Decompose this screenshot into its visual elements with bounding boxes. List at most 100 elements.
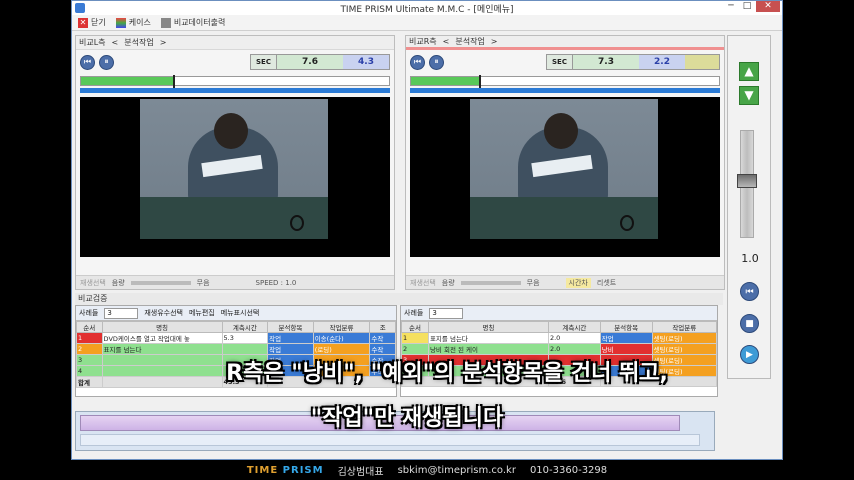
prev-tab-button[interactable]: <	[112, 38, 119, 47]
row-extra: 수작	[369, 332, 396, 344]
row-order: 1	[401, 332, 429, 344]
row-name: 낭비 회전 된 케이	[427, 343, 549, 355]
row-item: 낭비	[599, 343, 653, 355]
menu-case[interactable]: 케이스	[115, 17, 151, 28]
right-time-c	[685, 55, 719, 69]
pause-icon[interactable]: ⏸	[99, 54, 114, 70]
r-col-item[interactable]: 분석항목	[599, 321, 653, 333]
table-row[interactable]: 1 DVD케이스를 열고 작업대에 놓 5.3 작업 이송(순다) 수작	[76, 332, 396, 344]
reset-button[interactable]: 리셋트	[597, 278, 616, 288]
timediff-button[interactable]: 시간차	[565, 277, 591, 288]
col-extra[interactable]: 조	[369, 321, 396, 333]
left-compare-panel: 비교L측 < 분석작업 > ⏮ ⏸ SEC 7.6 4.3 재생선택 음량 무음…	[75, 35, 395, 290]
maximize-icon[interactable]: □	[740, 1, 754, 12]
menu-bar: ✕ 닫기 케이스 비교데이터출력	[72, 15, 782, 31]
right-control-row: ⏮ ⏸ SEC 7.3 2.2	[406, 50, 724, 74]
left-video-frame	[140, 99, 328, 239]
playback-select-button[interactable]: 재생유수선택	[144, 308, 183, 318]
right-progress-knob[interactable]	[478, 75, 481, 88]
right-volume-slider[interactable]	[460, 280, 521, 285]
right-time-counter: SEC 7.3 2.2	[546, 54, 720, 70]
row-name: 표지를 넘는다	[101, 343, 223, 355]
table-row[interactable]: 1 표지를 넘는다 2.0 작업 셋팅(로딩)	[401, 332, 718, 344]
right-progress-bar[interactable]	[410, 75, 720, 88]
left-volume-slider[interactable]	[130, 280, 191, 285]
row-time: 2.0	[547, 343, 601, 355]
table-row[interactable]: 2 표지를 넘는다 작업 (로딩) 수작	[76, 343, 396, 355]
r-col-order[interactable]: 순서	[401, 321, 429, 333]
left-time-b: 4.3	[343, 55, 389, 69]
footer-email: sbkim@timeprism.co.kr	[397, 464, 516, 476]
menu-edit-button[interactable]: 메뉴편집	[189, 308, 215, 318]
r-col-class[interactable]: 작업분류	[651, 321, 718, 333]
left-progress-knob[interactable]	[173, 75, 176, 88]
right-prev-tab-button[interactable]: <	[443, 37, 450, 46]
left-tab-label[interactable]: 분석작업	[124, 37, 153, 48]
close-window-button[interactable]: ✕	[756, 1, 780, 12]
right-progress-fill	[411, 77, 479, 85]
side-rewind-icon[interactable]: ⏮	[740, 282, 759, 301]
brand-part-a: TIME	[246, 464, 283, 476]
left-video-view[interactable]	[80, 97, 390, 257]
menu-print[interactable]: 비교데이터출력	[160, 17, 225, 28]
window-controls: ─ □ ✕	[724, 1, 780, 12]
menu-display-button[interactable]: 메뉴표시선택	[221, 308, 260, 318]
right-video-view[interactable]	[410, 97, 720, 257]
side-stop-icon[interactable]: ■	[740, 314, 759, 333]
r-col-time[interactable]: 계측시간	[547, 321, 601, 333]
speed-slider-thumb[interactable]	[737, 174, 757, 188]
left-side-label: 비교L측	[79, 38, 106, 47]
speed-value: 1.0	[741, 252, 759, 265]
col-order[interactable]: 순서	[76, 321, 103, 333]
right-grid-toolbar: 사례들 3	[401, 306, 717, 321]
footer-person: 김상범대표	[337, 466, 384, 478]
app-window: TIME PRISM Ultimate M.M.C - [메인메뉴] ─ □ ✕…	[71, 0, 783, 460]
row-time: 2.0	[547, 332, 601, 344]
menu-close[interactable]: ✕ 닫기	[78, 17, 106, 28]
right-cases-select[interactable]: 3	[429, 307, 464, 319]
left-grid-toolbar: 사례들 3 재생유수선택 메뉴편집 메뉴표시선택	[76, 306, 396, 321]
footer-phone: 010-3360-3298	[529, 464, 608, 476]
left-mute[interactable]: 무음	[197, 278, 210, 288]
right-skip-back-icon[interactable]: ⏮	[410, 54, 425, 70]
col-time[interactable]: 계측시간	[221, 321, 269, 333]
col-item[interactable]: 분석항목	[267, 321, 314, 333]
menu-case-label: 케이스	[128, 18, 151, 27]
col-name[interactable]: 명칭	[101, 321, 223, 333]
right-status-line: 재생선택 음량 무음 시간차 리셋트	[406, 275, 724, 289]
left-playsel[interactable]: 재생선택	[80, 278, 106, 288]
right-pause-icon[interactable]: ⏸	[429, 54, 444, 70]
row-class: 셋팅(로딩)	[651, 343, 718, 355]
minimize-icon[interactable]: ─	[724, 1, 738, 12]
window-title: TIME PRISM Ultimate M.M.C - [메인메뉴]	[340, 4, 514, 15]
caption-line-2: "작업"만 재생됩니다	[310, 406, 504, 431]
right-playsel[interactable]: 재생선택	[410, 278, 436, 288]
col-class[interactable]: 작업분류	[312, 321, 371, 333]
next-tab-button[interactable]: >	[160, 38, 167, 47]
row-order: 2	[401, 343, 429, 355]
right-tab-label[interactable]: 분석작업	[455, 36, 484, 47]
left-status-line: 재생선택 음량 무음 SPEED : 1.0	[76, 275, 394, 289]
right-timeline-bar	[410, 88, 720, 93]
right-next-tab-button[interactable]: >	[491, 37, 498, 46]
up-arrow-button[interactable]: ▲	[739, 62, 759, 81]
bottom-blue-strip[interactable]	[80, 434, 700, 446]
left-time-a: 7.6	[277, 55, 343, 69]
left-panel-header: 비교L측 < 분석작업 >	[76, 36, 394, 50]
down-arrow-button[interactable]: ▼	[739, 86, 759, 105]
cases-select[interactable]: 3	[104, 307, 139, 319]
right-compare-panel: 비교R측 < 분석작업 > ⏮ ⏸ SEC 7.3 2.2 재생선택 음량 무음…	[405, 35, 725, 290]
brand-part-b: PRISM	[282, 464, 324, 476]
right-side-label: 비교R측	[409, 37, 437, 46]
app-logo-icon	[75, 3, 85, 13]
r-col-name[interactable]: 명칭	[427, 321, 549, 333]
skip-back-icon[interactable]: ⏮	[80, 54, 95, 70]
row-class: (로딩)	[312, 343, 371, 355]
right-panel-header: 비교R측 < 분석작업 >	[406, 36, 724, 50]
table-row[interactable]: 2 낭비 회전 된 케이 2.0 낭비 셋팅(로딩)	[401, 343, 718, 355]
right-mute[interactable]: 무음	[527, 278, 540, 288]
right-video-frame	[470, 99, 658, 239]
left-time-counter: SEC 7.6 4.3	[250, 54, 390, 70]
row-time: 5.3	[221, 332, 269, 344]
left-progress-bar[interactable]	[80, 75, 390, 88]
